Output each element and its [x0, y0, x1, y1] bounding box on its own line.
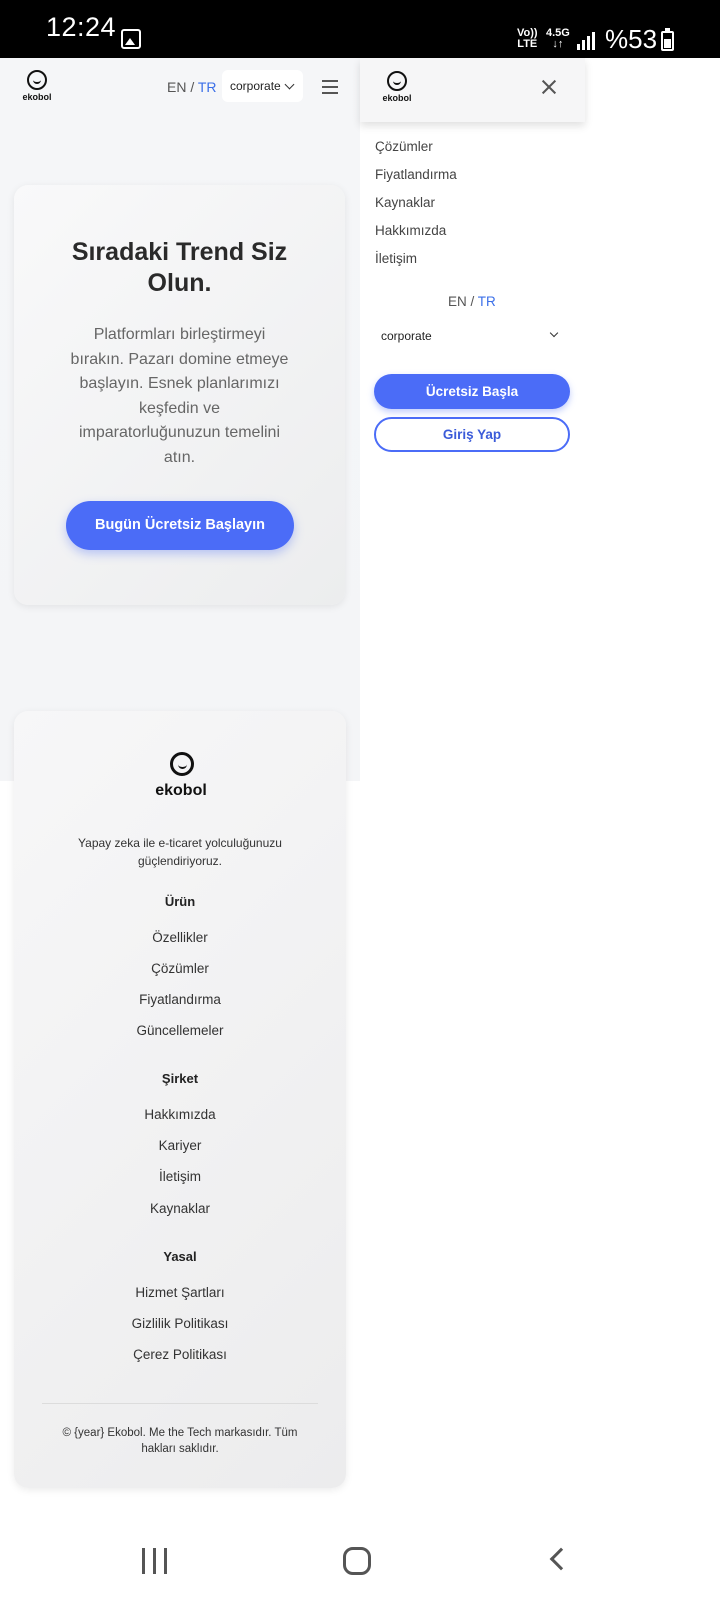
- footer-link-careers[interactable]: Kariyer: [14, 1138, 346, 1153]
- footer-copyright: © {year} Ekobol. Me the Tech markasıdır.…: [62, 1427, 298, 1455]
- footer-link-pricing[interactable]: Fiyatlandırma: [14, 992, 346, 1007]
- start-free-drawer-button[interactable]: Ücretsiz Başla: [374, 374, 570, 409]
- volte-indicator: Vo)) LTE: [517, 28, 538, 50]
- status-bar: 12:24 Vo)) LTE 4.5G ↓↑ %53: [0, 0, 720, 58]
- footer-tagline: Yapay zeka ile e-ticaret yolculuğunuzu g…: [78, 836, 282, 868]
- logo-icon: [27, 70, 47, 90]
- logo-icon: [387, 71, 407, 91]
- chevron-down-icon: [284, 79, 295, 90]
- hero-title: Sıradaki Trend Siz Olun.: [71, 238, 288, 297]
- login-button[interactable]: Giriş Yap: [374, 417, 570, 452]
- start-free-button[interactable]: Bugün Ücretsiz Başlayın: [66, 501, 294, 550]
- drawer-item-pricing[interactable]: Fiyatlandırma: [375, 167, 457, 182]
- signal-icon: [577, 32, 597, 50]
- menu-icon[interactable]: [322, 80, 338, 94]
- language-switch: EN / TR: [167, 79, 217, 95]
- drawer-item-contact[interactable]: İletişim: [375, 251, 417, 266]
- footer-link-solutions[interactable]: Çözümler: [14, 961, 346, 976]
- drawer-logo-text: ekobol: [382, 93, 412, 103]
- page-background: ekobol EN / TR corporate Sıradaki Trend …: [0, 58, 360, 781]
- close-icon[interactable]: [538, 76, 560, 98]
- ekobol-logo[interactable]: ekobol: [22, 70, 52, 108]
- footer-link-features[interactable]: Özellikler: [14, 930, 346, 945]
- status-time: 12:24: [46, 12, 117, 42]
- hero-description: Platformları birleştirmeyi bırakın. Paza…: [70, 326, 289, 466]
- footer-divider: [42, 1403, 318, 1404]
- logo-icon: [170, 752, 194, 776]
- home-icon[interactable]: [343, 1547, 371, 1575]
- lang-tr-link[interactable]: TR: [198, 79, 217, 95]
- footer-link-terms[interactable]: Hizmet Şartları: [14, 1285, 346, 1300]
- footer-link-contact[interactable]: İletişim: [14, 1169, 346, 1184]
- footer-logo[interactable]: ekobol: [151, 752, 211, 808]
- drawer-theme-select[interactable]: corporate: [375, 321, 569, 351]
- drawer-header: ekobol: [360, 58, 585, 122]
- footer-section-title: Ürün: [164, 894, 196, 909]
- lang-en-link[interactable]: EN: [167, 79, 186, 95]
- logo-text: ekobol: [22, 92, 52, 102]
- network-type-indicator: 4.5G ↓↑: [546, 28, 570, 50]
- battery-icon: [661, 28, 674, 51]
- footer-section-title: Şirket: [161, 1071, 199, 1086]
- lang-separator: /: [186, 79, 198, 95]
- image-icon: [121, 29, 141, 49]
- footer-link-cookies[interactable]: Çerez Politikası: [14, 1347, 346, 1362]
- chevron-down-icon: [549, 328, 559, 338]
- drawer-lang-separator: /: [466, 294, 478, 309]
- footer-logo-text: ekobol: [155, 782, 207, 799]
- top-navbar: ekobol EN / TR corporate: [0, 58, 360, 120]
- drawer-item-solutions[interactable]: Çözümler: [375, 139, 433, 154]
- theme-select-value: corporate: [230, 79, 281, 93]
- drawer-lang-tr-link[interactable]: TR: [478, 294, 496, 309]
- footer-link-updates[interactable]: Güncellemeler: [14, 1023, 346, 1038]
- network-arrows-label: ↓↑: [552, 38, 564, 50]
- back-icon[interactable]: [549, 1547, 573, 1571]
- drawer-language-switch: EN / TR: [448, 294, 496, 309]
- theme-select[interactable]: corporate: [222, 70, 303, 102]
- footer-link-resources[interactable]: Kaynaklar: [14, 1201, 346, 1216]
- recent-apps-icon[interactable]: [142, 1548, 168, 1574]
- drawer-theme-select-value: corporate: [381, 329, 432, 343]
- drawer-item-about[interactable]: Hakkımızda: [375, 223, 446, 238]
- drawer-logo[interactable]: ekobol: [382, 71, 412, 109]
- system-navigation-bar: [0, 1510, 720, 1600]
- lte-label: LTE: [517, 38, 538, 50]
- drawer-lang-en-link[interactable]: EN: [448, 294, 467, 309]
- footer-link-about[interactable]: Hakkımızda: [14, 1107, 346, 1122]
- footer-link-privacy[interactable]: Gizlilik Politikası: [14, 1316, 346, 1331]
- footer-section-title: Yasal: [163, 1249, 197, 1264]
- footer: ekobol Yapay zeka ile e-ticaret yolculuğ…: [14, 711, 346, 1488]
- drawer-item-resources[interactable]: Kaynaklar: [375, 195, 435, 210]
- battery-percentage: %53: [605, 24, 658, 54]
- hero-card: Sıradaki Trend Siz Olun. Platformları bi…: [14, 185, 345, 605]
